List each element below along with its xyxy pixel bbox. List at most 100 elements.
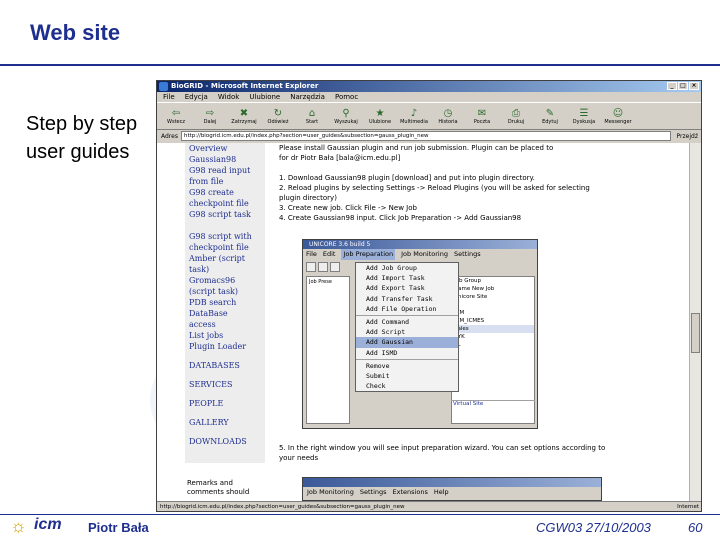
uc-menu-settings[interactable]: Settings (454, 249, 481, 260)
nav-item[interactable]: checkpoint file (185, 198, 265, 209)
nav-item[interactable]: Gromacs96 (185, 275, 265, 286)
prop-line[interactable]: ICM (452, 309, 534, 317)
media-button[interactable]: ♪ Multimedia (399, 104, 429, 128)
prop-line[interactable]: PL (452, 341, 534, 349)
nav-item[interactable]: DataBase (185, 308, 265, 319)
menu-help[interactable]: Pomoc (335, 92, 358, 102)
dd-item[interactable]: Submit (356, 371, 458, 381)
nav-head-databases[interactable]: DATABASES (185, 360, 265, 371)
dd-item[interactable]: Add ISMD (356, 348, 458, 358)
edit-icon: ✎ (545, 107, 555, 119)
nav-head-people[interactable]: PEOPLE (185, 398, 265, 409)
nav-item[interactable]: Amber (script (185, 253, 265, 264)
nav-item[interactable]: task) (185, 264, 265, 275)
menu-view[interactable]: Widok (218, 92, 240, 102)
go-button[interactable]: Przejdź (674, 133, 701, 140)
menu-file[interactable]: File (163, 92, 175, 102)
nav-item[interactable]: G98 script with (185, 231, 265, 242)
nav-item[interactable]: PDB search (185, 297, 265, 308)
edit-button[interactable]: ✎ Edytuj (535, 104, 565, 128)
nav-item[interactable]: G98 create (185, 187, 265, 198)
search-icon: ⚲ (342, 107, 350, 119)
refresh-label: Odśwież (267, 118, 289, 125)
uc-tool-button[interactable] (330, 262, 340, 272)
maximize-button[interactable]: □ (678, 82, 688, 90)
media-label: Multimedia (400, 118, 428, 125)
nav-item[interactable]: from file (185, 176, 265, 187)
second-menu-item[interactable]: Help (434, 487, 449, 498)
second-app-titlebar (303, 478, 601, 487)
prop-line[interactable]: ZYK (452, 333, 534, 341)
uc-menu-job-preparation[interactable]: Job Preparation (341, 249, 396, 260)
scrollbar-thumb[interactable] (691, 313, 700, 353)
discuss-button[interactable]: ☰ Dyskusja (569, 104, 599, 128)
uc-tool-button[interactable] (318, 262, 328, 272)
prop-line: Unicore Site (454, 294, 488, 300)
prop-line[interactable]: Name New Job (452, 285, 534, 293)
back-icon: ⇦ (171, 107, 181, 119)
favorites-button[interactable]: ★ Ulubione (365, 104, 395, 128)
vertical-scrollbar[interactable] (689, 143, 701, 501)
nav-item[interactable]: Gaussian98 (185, 154, 265, 165)
menu-favorites[interactable]: Ulubione (249, 92, 280, 102)
print-button[interactable]: ⎙ Drukuj (501, 104, 531, 128)
second-menu-item[interactable]: Job Monitoring (307, 487, 354, 498)
prop-line[interactable]: ICM_ICMES (452, 317, 534, 325)
back-button[interactable]: ⇦ Wstecz (161, 104, 191, 128)
menu-edit[interactable]: Edycja (185, 92, 208, 102)
footer-conference: CGW03 27/10/2003 (536, 520, 651, 535)
home-button[interactable]: ⌂ Start (297, 104, 327, 128)
nav-head-downloads[interactable]: DOWNLOADS (185, 436, 265, 447)
nav-item[interactable]: access (185, 319, 265, 330)
discuss-icon: ☰ (579, 107, 589, 119)
nav-item[interactable]: (script task) (185, 286, 265, 297)
refresh-button[interactable]: ↻ Odśwież (263, 104, 293, 128)
second-menu-item[interactable]: Settings (360, 487, 387, 498)
dd-item[interactable]: Add Job Group (356, 263, 458, 273)
nav-head-services[interactable]: SERVICES (185, 379, 265, 390)
job-tree[interactable]: Job Prese (306, 276, 350, 424)
mail-button[interactable]: ✉ Poczta (467, 104, 497, 128)
minimize-button[interactable]: _ (667, 82, 677, 90)
stop-button[interactable]: ✖ Zatrzymaj (229, 104, 259, 128)
uc-menu-edit[interactable]: Edit (323, 249, 336, 260)
uc-tool-button[interactable] (306, 262, 316, 272)
nav-item[interactable]: Plugin Loader (185, 341, 265, 352)
dd-item[interactable]: Add Command (356, 317, 458, 327)
nav-item[interactable]: G98 script task (185, 209, 265, 220)
uc-menu-file[interactable]: File (306, 249, 317, 260)
forward-button[interactable]: ⇨ Dalej (195, 104, 225, 128)
nav-head-gallery[interactable]: GALLERY (185, 417, 265, 428)
dd-item-add-gaussian[interactable]: Add Gaussian (356, 337, 458, 348)
messenger-button[interactable]: ☺ Messenger (603, 104, 633, 128)
dd-item[interactable]: Add Script (356, 327, 458, 337)
close-button[interactable]: × (689, 82, 699, 90)
job-tree-item[interactable]: Job Prese (307, 277, 349, 287)
status-zone: Internet (677, 504, 699, 510)
dd-item[interactable]: Add Import Task (356, 273, 458, 283)
address-input[interactable]: http://biogrid.icm.edu.pl/index.php?sect… (180, 131, 671, 141)
nav-item[interactable]: checkpoint file (185, 242, 265, 253)
footer-author: Piotr Bała (88, 520, 149, 535)
second-menu-item[interactable]: Extensions (393, 487, 428, 498)
dd-item[interactable]: Remove (356, 361, 458, 371)
dd-item[interactable]: Add Export Task (356, 283, 458, 293)
prop-line: Job Group (454, 278, 481, 284)
status-bar: http://biogrid.icm.edu.pl/index.php?sect… (157, 501, 701, 511)
remarks-text: Remarks and comments should (187, 479, 249, 497)
favorites-label: Ulubione (368, 118, 392, 125)
unicore-menubar: File Edit Job Preparation Job Monitoring… (303, 249, 537, 260)
icm-logo-mark: icm (34, 516, 62, 533)
favorites-icon: ★ (375, 107, 385, 119)
nav-item[interactable]: List jobs (185, 330, 265, 341)
menu-tools[interactable]: Narzędzia (290, 92, 325, 102)
dd-item[interactable]: Add File Operation (356, 304, 458, 314)
search-button[interactable]: ⚲ Wyszukaj (331, 104, 361, 128)
dd-item[interactable]: Check (356, 381, 458, 391)
prop-line[interactable]: Sales (452, 325, 534, 333)
history-button[interactable]: ◷ Historia (433, 104, 463, 128)
nav-item[interactable]: Overview (185, 143, 265, 154)
nav-item[interactable]: G98 read input (185, 165, 265, 176)
uc-menu-job-monitoring[interactable]: Job Monitoring (401, 249, 448, 260)
dd-item[interactable]: Add Transfer Task (356, 294, 458, 304)
